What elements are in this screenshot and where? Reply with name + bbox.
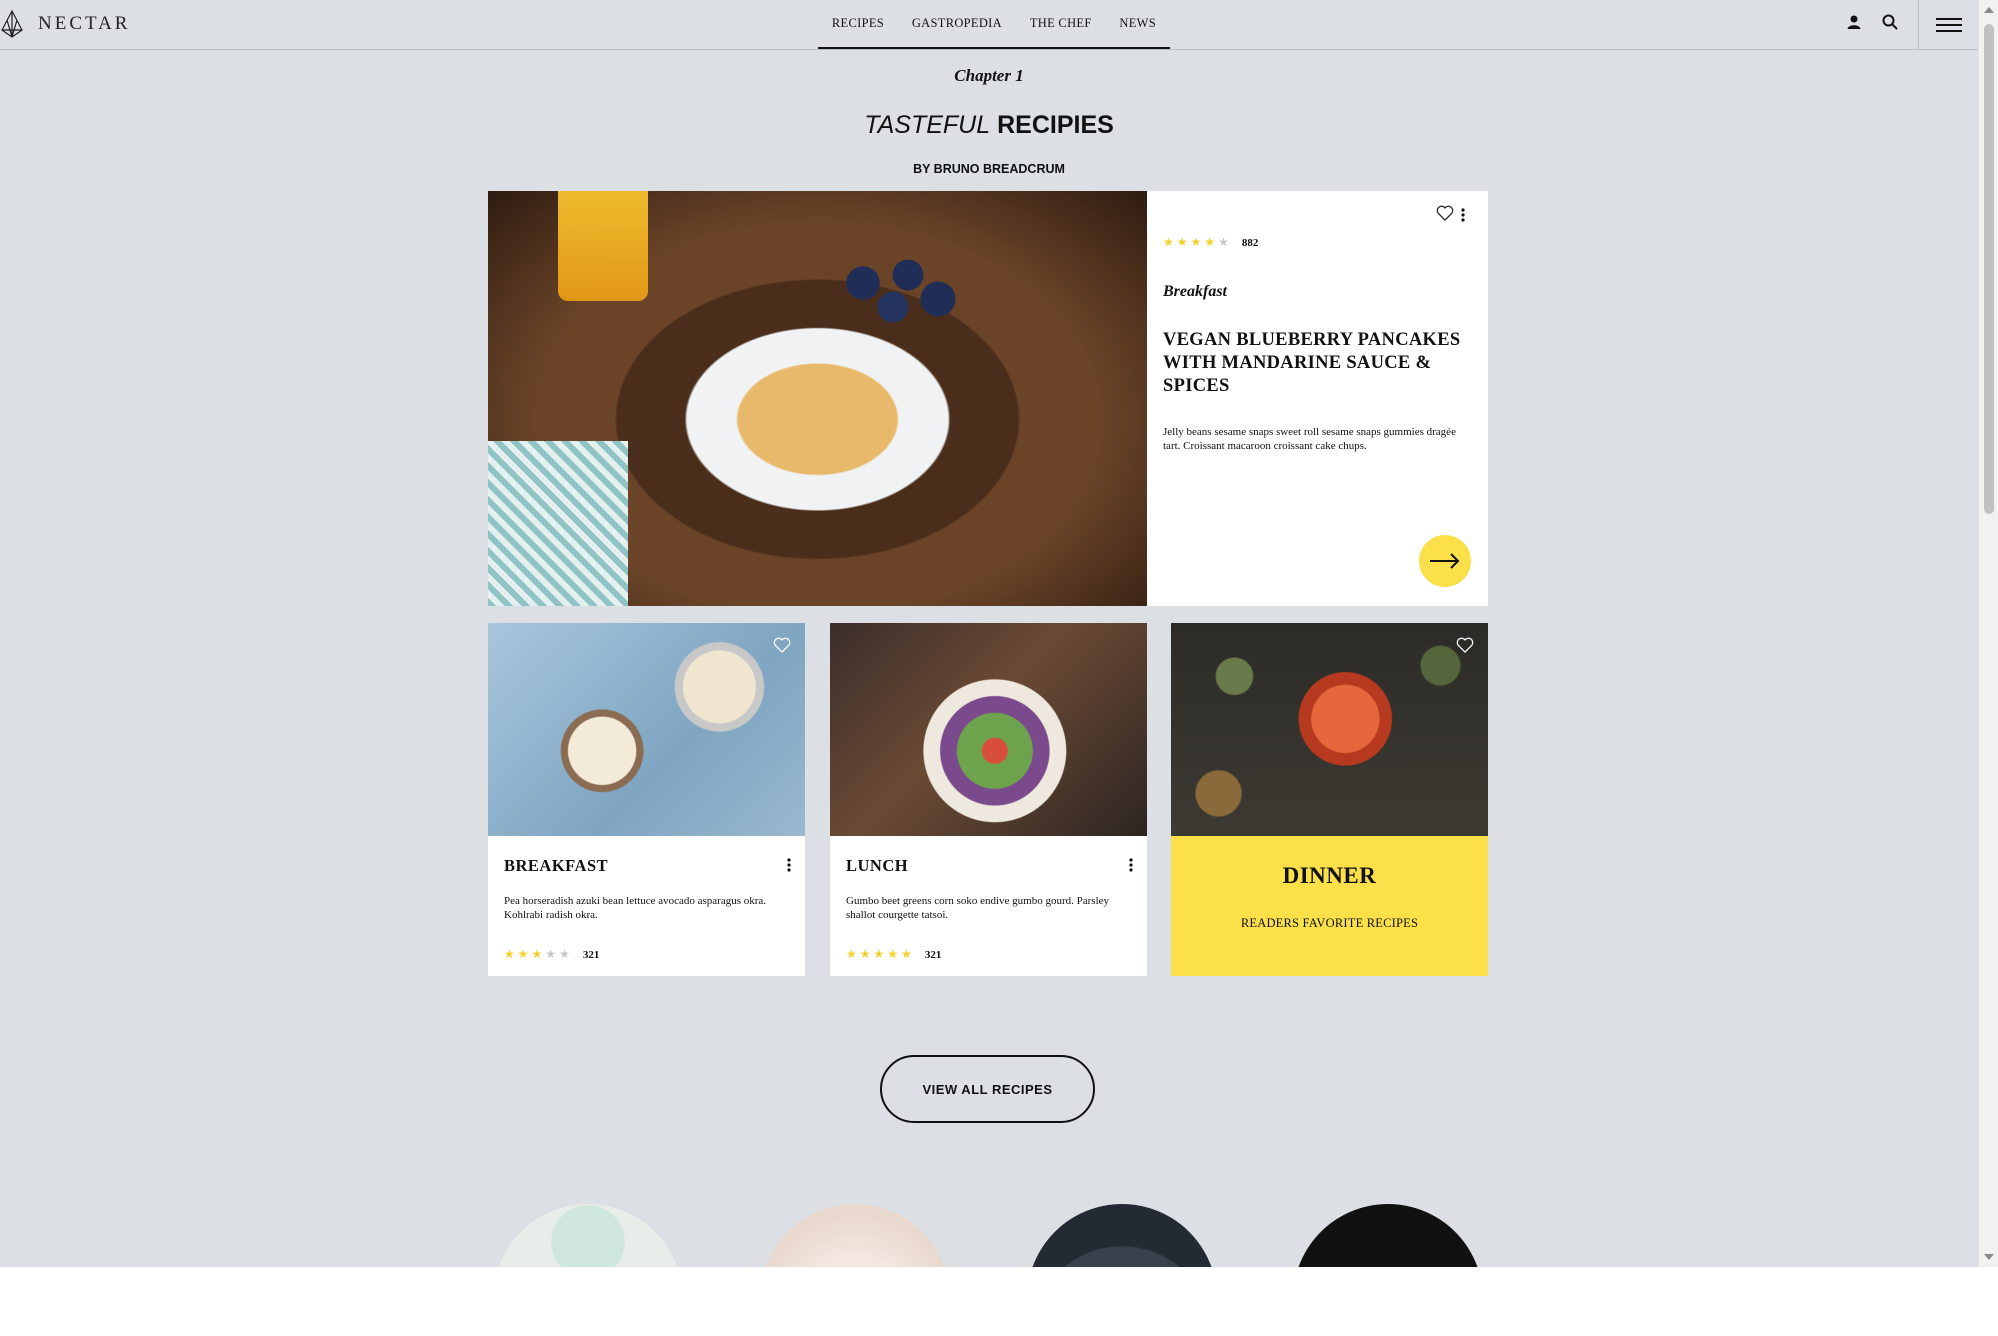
more-options-icon[interactable] [1461, 208, 1465, 227]
featured-category: Breakfast [1163, 283, 1227, 300]
more-options-icon[interactable] [787, 858, 791, 877]
section-title: TASTEFUL RECIPIES [0, 111, 1978, 140]
lunch-image[interactable] [830, 623, 1147, 836]
star-filled-icon: ★ [901, 947, 912, 961]
section-title-bold: RECIPIES [997, 111, 1114, 139]
header-actions [1846, 14, 1898, 30]
dinner-subtitle: READERS FAVORITE RECIPES [1240, 916, 1419, 930]
site-header: NECTAR RECIPES GASTROPEDIA THE CHEF NEWS [0, 0, 1978, 50]
star-filled-icon: ★ [517, 947, 529, 961]
chapter-label: Chapter 1 [954, 66, 1024, 85]
hamburger-menu-icon [1936, 14, 1962, 36]
search-icon[interactable] [1882, 14, 1898, 30]
featured-recipe-image[interactable] [488, 191, 1147, 606]
featured-rating: ★ ★ ★ ★ ★ 882 [1163, 235, 1258, 250]
nectar-logo-icon [1, 10, 23, 38]
scroll-down-icon[interactable] [1984, 1254, 1994, 1260]
star-empty-icon: ★ [1218, 235, 1229, 249]
star-empty-icon: ★ [559, 947, 570, 961]
card-description: Gumbo beet greens corn soko endive gumbo… [846, 895, 1110, 921]
scrollbar-thumb[interactable] [1984, 24, 1994, 514]
card-rating: ★ ★ ★ ★ ★ 321 [846, 947, 941, 962]
card-title[interactable]: LUNCH [846, 856, 908, 876]
star-filled-icon: ★ [531, 947, 543, 961]
dinner-image[interactable] [1171, 623, 1488, 836]
star-empty-icon: ★ [545, 947, 557, 961]
star-filled-icon: ★ [1176, 235, 1188, 249]
featured-recipe-body: ★ ★ ★ ★ ★ 882 Breakfast VEGAN BLUEBERRY PANCA… [1147, 191, 1488, 606]
author-byline: BY BRUNO BREADCRUM [913, 162, 1065, 176]
nav-news[interactable]: NEWS [1119, 16, 1156, 31]
arrow-right-icon [1430, 553, 1460, 569]
category-card-breakfast[interactable]: BREAKFAST Pea horseradish azuki bean let… [488, 623, 805, 976]
star-filled-icon: ★ [1190, 235, 1202, 249]
featured-description: Jelly beans sesame snaps sweet roll sesa… [1163, 426, 1456, 452]
star-filled-icon: ★ [504, 947, 515, 961]
card-rating: ★ ★ ★ ★ ★ 321 [504, 947, 599, 962]
category-card-lunch[interactable]: LUNCH Gumbo beet greens corn soko endive… [830, 623, 1147, 976]
nav-the-chef[interactable]: THE CHEF [1030, 16, 1092, 31]
star-filled-icon: ★ [1204, 235, 1216, 249]
section-title-light: TASTEFUL [864, 111, 991, 139]
recipe-bubble-image[interactable] [760, 1204, 950, 1267]
star-filled-icon: ★ [873, 947, 885, 961]
star-filled-icon: ★ [859, 947, 871, 961]
open-recipe-button[interactable] [1419, 535, 1471, 587]
dinner-title: DINNER [1282, 863, 1377, 888]
star-filled-icon: ★ [846, 947, 857, 961]
view-all-recipes-button[interactable]: VIEW ALL RECIPES [880, 1055, 1095, 1123]
star-filled-icon: ★ [887, 947, 899, 961]
featured-recipe-card[interactable]: ★ ★ ★ ★ ★ 882 Breakfast VEGAN BLUEBERRY PANCA… [488, 191, 1488, 606]
vertical-scrollbar[interactable] [1978, 0, 1998, 1267]
card-title[interactable]: BREAKFAST [504, 856, 608, 876]
nav-gastropedia[interactable]: GASTROPEDIA [912, 16, 1002, 31]
heart-icon[interactable] [773, 637, 791, 658]
recipe-bubble-image[interactable] [493, 1204, 683, 1267]
brand-name: NECTAR [38, 13, 131, 34]
page: NECTAR RECIPES GASTROPEDIA THE CHEF NEWS… [0, 0, 1978, 1267]
category-card-dinner[interactable]: DINNER READERS FAVORITE RECIPES [1171, 623, 1488, 976]
recipe-bubble-image[interactable] [1293, 1204, 1483, 1267]
user-icon[interactable] [1846, 14, 1862, 30]
card-description: Pea horseradish azuki bean lettuce avoca… [504, 895, 767, 921]
dinner-banner[interactable]: DINNER READERS FAVORITE RECIPES [1171, 836, 1488, 976]
brand-logo[interactable]: NECTAR [0, 10, 130, 38]
scroll-up-icon[interactable] [1984, 7, 1994, 13]
main-nav: RECIPES GASTROPEDIA THE CHEF NEWS [818, 0, 1170, 49]
hamburger-menu-button[interactable] [1918, 0, 1978, 49]
nav-recipes[interactable]: RECIPES [832, 16, 884, 31]
breakfast-image[interactable] [488, 623, 805, 836]
rating-count: 321 [924, 948, 942, 961]
more-options-icon[interactable] [1129, 858, 1133, 877]
rating-count: 321 [582, 948, 600, 961]
featured-title[interactable]: VEGAN BLUEBERRY PANCAKES WITH MANDARINE … [1163, 329, 1479, 398]
recipe-bubble-image[interactable] [1027, 1204, 1217, 1267]
heart-icon[interactable] [1436, 205, 1454, 226]
star-filled-icon: ★ [1163, 235, 1174, 249]
rating-count: 882 [1241, 236, 1259, 249]
heart-icon[interactable] [1456, 637, 1474, 658]
